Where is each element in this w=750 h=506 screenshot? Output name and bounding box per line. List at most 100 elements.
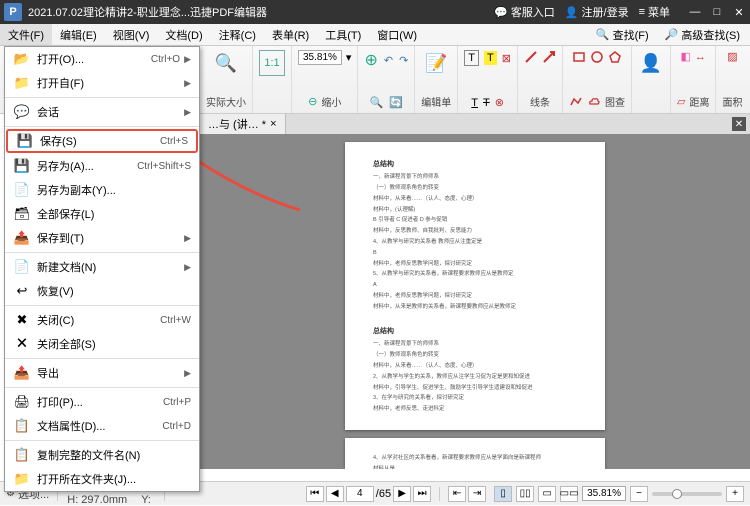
- menu-file[interactable]: 文件(F): [0, 24, 52, 45]
- close-button[interactable]: ✕: [732, 5, 746, 19]
- filemenu-new[interactable]: 📄新建文档(N)▶: [5, 255, 199, 279]
- submenu-arrow-icon: ▶: [184, 368, 191, 379]
- perimeter-icon[interactable]: ▱: [677, 95, 685, 108]
- zoom-dropdown-icon[interactable]: ▾: [346, 51, 352, 64]
- login-link[interactable]: 👤注册/登录: [565, 4, 629, 20]
- line-icon[interactable]: [524, 50, 538, 64]
- cross-icon[interactable]: ⊠: [502, 52, 511, 65]
- check-icon[interactable]: ⊗: [495, 96, 504, 109]
- menu-view[interactable]: 视图(V): [105, 24, 158, 45]
- zoom-out-icon[interactable]: ⊖: [308, 95, 317, 108]
- area-icon[interactable]: ▨: [727, 50, 737, 63]
- restore-icon: ↩: [13, 283, 31, 299]
- loupe-icon[interactable]: 🔍: [370, 96, 384, 109]
- filemenu-export[interactable]: 📤导出▶: [5, 361, 199, 385]
- circle-icon[interactable]: [590, 50, 604, 64]
- layout-cont-icon[interactable]: ▯▯: [516, 486, 534, 502]
- zoom-out-button[interactable]: −: [630, 486, 648, 502]
- filemenu-print[interactable]: 🖨打印(P)...Ctrl+P: [5, 390, 199, 414]
- filemenu-save[interactable]: 💾保存(S)Ctrl+S: [6, 129, 198, 153]
- document-viewport[interactable]: 总结构 一、新课程背景下的师师系 （一）教师观系角色的转变 材料中，从来看……（…: [200, 134, 750, 469]
- rotate-left-icon[interactable]: ↶: [384, 54, 393, 67]
- filemenu-closeall[interactable]: 🗙关闭全部(S): [5, 332, 199, 356]
- nav-fwd-button[interactable]: ⇥: [468, 486, 486, 502]
- support-link[interactable]: 💬客服入口: [494, 4, 555, 20]
- filemenu-saveto[interactable]: 📤保存到(T)▶: [5, 226, 199, 250]
- polygon-icon[interactable]: [608, 50, 622, 64]
- tab-close-icon[interactable]: ×: [270, 118, 276, 130]
- app-logo: P: [4, 3, 22, 21]
- filemenu-openfrom[interactable]: 📁打开自(F)▶: [5, 71, 199, 95]
- layout-single-icon[interactable]: ▯: [494, 486, 512, 502]
- zoom-status[interactable]: 35.81%: [582, 486, 626, 501]
- page-input[interactable]: [346, 486, 374, 502]
- text-tool-icon[interactable]: T: [464, 50, 479, 66]
- rotate-right-icon[interactable]: ↷: [399, 54, 408, 67]
- zoom-slider[interactable]: [652, 492, 722, 496]
- stamp-icon[interactable]: 👤: [638, 50, 664, 76]
- export-icon: 📤: [13, 365, 31, 381]
- session-icon: 💬: [13, 104, 31, 120]
- main-menu[interactable]: ≡菜单: [639, 4, 670, 20]
- page-rotate-icon[interactable]: 🔄: [389, 96, 403, 109]
- layout-facing-icon[interactable]: ▭: [538, 486, 556, 502]
- highlight-icon[interactable]: T: [484, 51, 497, 65]
- menu-tools[interactable]: 工具(T): [317, 24, 369, 45]
- eraser-icon[interactable]: ◧: [681, 50, 691, 63]
- menu-document[interactable]: 文档(D): [157, 24, 210, 45]
- document-tab[interactable]: …与 (讲… *×: [200, 114, 286, 134]
- page-preview: 4、从学对社区的关系看看，新课程要求教师应从是学面向是新课程师 材料从是: [345, 438, 605, 469]
- cloud-icon[interactable]: [587, 95, 601, 109]
- menu-comment[interactable]: 注释(C): [211, 24, 264, 45]
- filemenu-restore[interactable]: ↩恢复(V): [5, 279, 199, 303]
- submenu-arrow-icon: ▶: [184, 54, 191, 65]
- filemenu-props[interactable]: 📋文档属性(D)...Ctrl+D: [5, 414, 199, 438]
- last-page-button[interactable]: ⏭: [413, 486, 431, 502]
- page-total: /65: [376, 488, 391, 500]
- zoom-in-button[interactable]: +: [726, 486, 744, 502]
- menu-form[interactable]: 表单(R): [264, 24, 317, 45]
- layout-contfacing-icon[interactable]: ▭▭: [560, 486, 578, 502]
- adv-find-button[interactable]: 🔎高级查找(S): [661, 25, 744, 45]
- filemenu-close[interactable]: ✖关闭(C)Ctrl+W: [5, 308, 199, 332]
- actual-size-icon[interactable]: 🔍: [213, 50, 239, 76]
- polyline-icon[interactable]: [569, 95, 583, 109]
- filemenu-copyname[interactable]: 📋复制完整的文件名(N): [5, 443, 199, 467]
- filemenu-openall[interactable]: 📁打开所在文件夹(J)...: [5, 467, 199, 491]
- fit-icon[interactable]: 1:1: [259, 50, 285, 76]
- next-page-button[interactable]: ▶: [393, 486, 411, 502]
- nav-back-button[interactable]: ⇤: [448, 486, 466, 502]
- filemenu-saveas[interactable]: 💾另存为(A)...Ctrl+Shift+S: [5, 154, 199, 178]
- new-icon: 📄: [13, 259, 31, 275]
- prev-page-button[interactable]: ◀: [326, 486, 344, 502]
- distance-icon[interactable]: ↔: [695, 51, 706, 63]
- rect-icon[interactable]: [572, 50, 586, 64]
- actual-size-label: 实际大小: [206, 94, 246, 109]
- first-page-button[interactable]: ⏮: [306, 486, 324, 502]
- file-menu-dropdown: 📂打开(O)...Ctrl+O▶📁打开自(F)▶ 💬会话▶ 💾保存(S)Ctrl+S…: [4, 46, 200, 492]
- print-icon: 🖨: [13, 394, 31, 410]
- filemenu-saveall[interactable]: 🗃全部保存(L): [5, 202, 199, 226]
- submenu-arrow-icon: ▶: [184, 107, 191, 118]
- filemenu-session[interactable]: 💬会话▶: [5, 100, 199, 124]
- submenu-arrow-icon: ▶: [184, 233, 191, 244]
- filemenu-open[interactable]: 📂打开(O)...Ctrl+O▶: [5, 47, 199, 71]
- menu-edit[interactable]: 编辑(E): [52, 24, 105, 45]
- arrow-icon[interactable]: [542, 50, 556, 64]
- minimize-button[interactable]: —: [688, 5, 702, 19]
- save-icon: 💾: [16, 133, 34, 149]
- submenu-arrow-icon: ▶: [184, 262, 191, 273]
- filemenu-savecopy[interactable]: 📄另存为副本(Y)...: [5, 178, 199, 202]
- menu-window[interactable]: 窗口(W): [369, 24, 425, 45]
- underline-icon[interactable]: T: [471, 97, 478, 109]
- tabstrip-close-icon[interactable]: ✕: [732, 117, 746, 131]
- zoom-in-icon[interactable]: ⊕: [364, 50, 377, 70]
- find-button[interactable]: 🔍查找(F): [592, 25, 653, 45]
- submenu-arrow-icon: ▶: [184, 78, 191, 89]
- openall-icon: 📁: [13, 471, 31, 487]
- zoom-value[interactable]: 35.81%: [298, 50, 342, 65]
- close-icon: ✖: [13, 312, 31, 328]
- maximize-button[interactable]: □: [710, 5, 724, 19]
- edit-content-icon[interactable]: 📝: [423, 50, 449, 76]
- strikethrough-icon[interactable]: T: [483, 97, 490, 109]
